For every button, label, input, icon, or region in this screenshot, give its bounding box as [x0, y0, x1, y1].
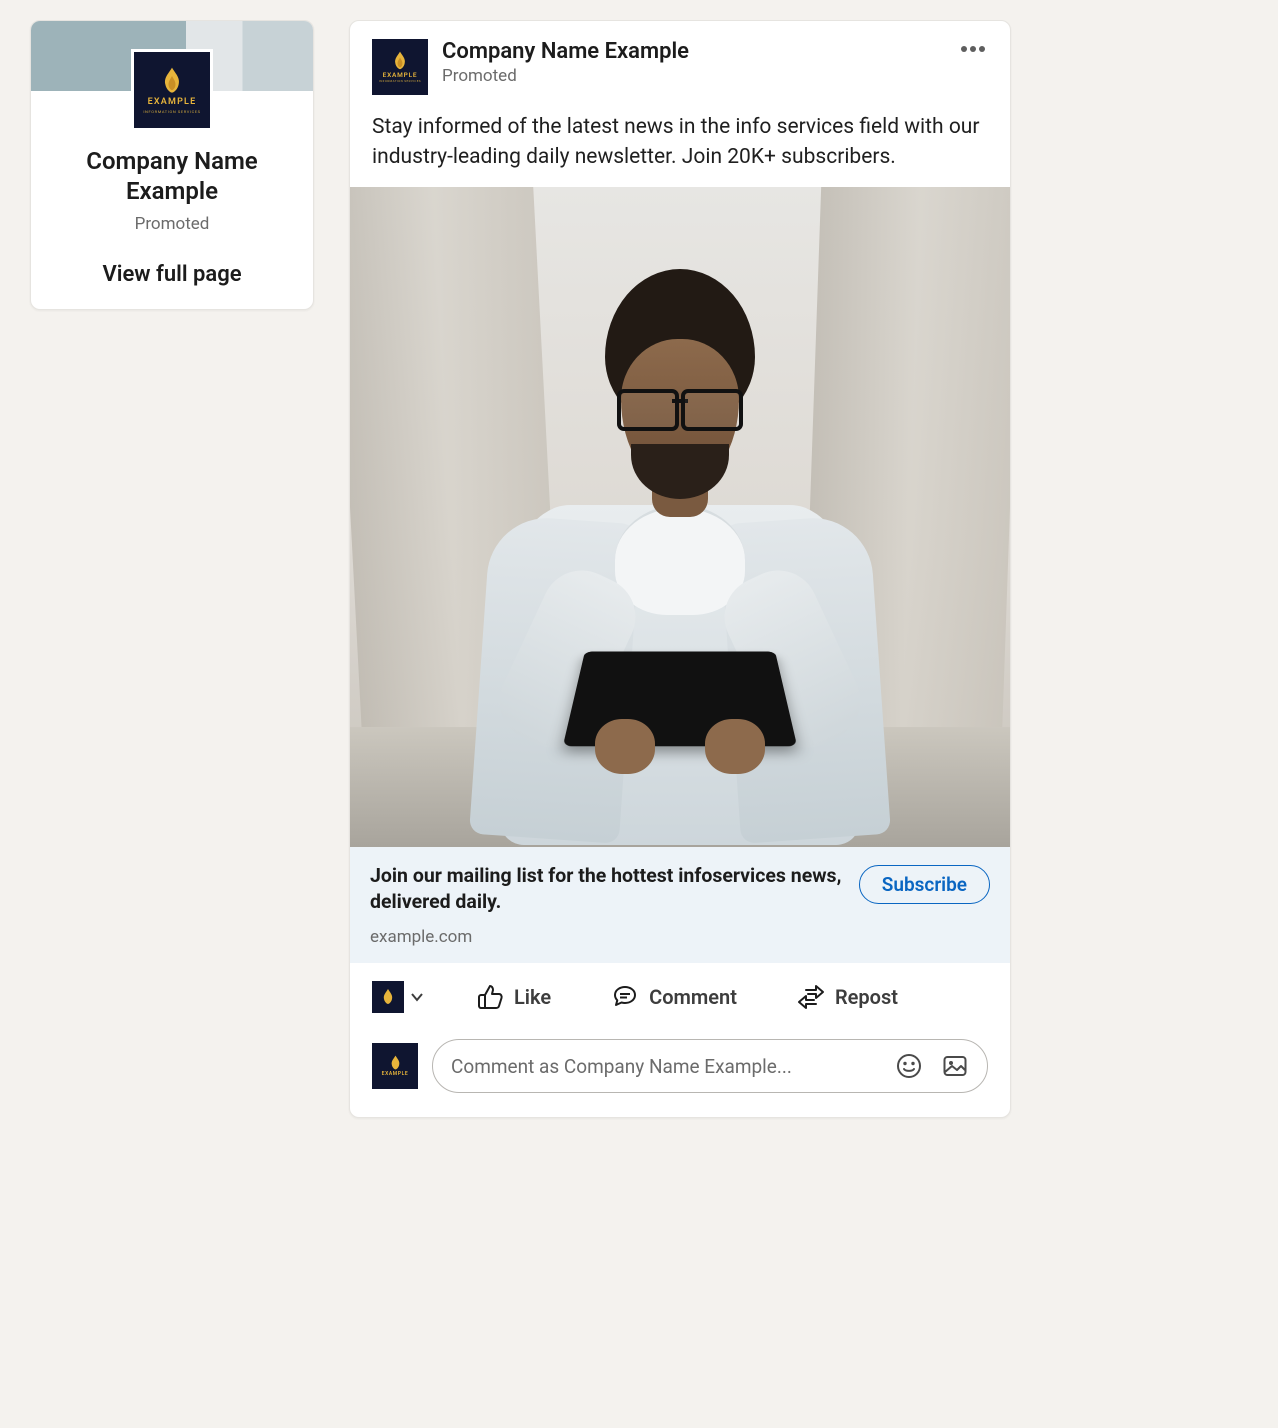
post-action-bar: Like Comment Repost: [350, 963, 1010, 1021]
like-button[interactable]: Like: [468, 973, 559, 1021]
comment-input-container[interactable]: [432, 1039, 988, 1093]
flame-icon: [393, 51, 407, 71]
post-header: EXAMPLE INFORMATION SERVICES Company Nam…: [350, 21, 1010, 105]
sidebar-banner: EXAMPLE INFORMATION SERVICES: [31, 21, 313, 91]
logo-text-primary: EXAMPLE: [382, 1071, 409, 1077]
company-logo[interactable]: EXAMPLE INFORMATION SERVICES: [131, 49, 213, 131]
comment-avatar[interactable]: EXAMPLE: [372, 1043, 418, 1089]
reaction-avatar: [372, 981, 404, 1013]
comment-icon: [611, 983, 639, 1011]
post-hero-image[interactable]: [350, 187, 1010, 847]
sponsored-post: EXAMPLE INFORMATION SERVICES Company Nam…: [349, 20, 1011, 1118]
image-attach-button[interactable]: [937, 1048, 973, 1084]
post-more-menu[interactable]: [958, 39, 988, 59]
sidebar-company-card: EXAMPLE INFORMATION SERVICES Company Nam…: [30, 20, 314, 310]
like-icon: [476, 983, 504, 1011]
post-body-text: Stay informed of the latest news in the …: [350, 105, 1010, 187]
logo-text-secondary: INFORMATION SERVICES: [143, 109, 200, 114]
hero-person-illustration: [470, 229, 890, 829]
sidebar-company-name: Company Name Example: [45, 146, 299, 206]
repost-button[interactable]: Repost: [789, 973, 906, 1021]
post-company-avatar[interactable]: EXAMPLE INFORMATION SERVICES: [372, 39, 428, 95]
emoji-button[interactable]: [891, 1048, 927, 1084]
logo-text-primary: EXAMPLE: [148, 97, 197, 107]
cta-headline: Join our mailing list for the hottest in…: [370, 863, 847, 916]
sidebar-promoted-label: Promoted: [45, 214, 299, 234]
post-promoted-label: Promoted: [442, 66, 944, 86]
repost-icon: [797, 983, 825, 1011]
comment-button[interactable]: Comment: [603, 973, 745, 1021]
post-cta-bar: Join our mailing list for the hottest in…: [350, 847, 1010, 964]
like-label: Like: [514, 985, 551, 1009]
logo-text-secondary: INFORMATION SERVICES: [379, 79, 421, 83]
flame-icon: [382, 989, 394, 1005]
repost-label: Repost: [835, 985, 898, 1009]
view-full-page-link[interactable]: View full page: [45, 262, 299, 287]
comment-composer: EXAMPLE: [350, 1021, 1010, 1117]
flame-icon: [162, 67, 182, 95]
comment-label: Comment: [649, 985, 737, 1009]
chevron-down-icon: [410, 990, 424, 1004]
cta-domain: example.com: [370, 927, 847, 947]
comment-input[interactable]: [451, 1055, 881, 1078]
image-icon: [941, 1052, 969, 1080]
emoji-icon: [895, 1052, 923, 1080]
reaction-identity-picker[interactable]: [372, 981, 424, 1013]
post-company-name[interactable]: Company Name Example: [442, 39, 944, 64]
logo-text-primary: EXAMPLE: [383, 71, 418, 79]
subscribe-button[interactable]: Subscribe: [859, 865, 990, 904]
flame-icon: [390, 1055, 401, 1071]
more-icon: [960, 45, 986, 53]
